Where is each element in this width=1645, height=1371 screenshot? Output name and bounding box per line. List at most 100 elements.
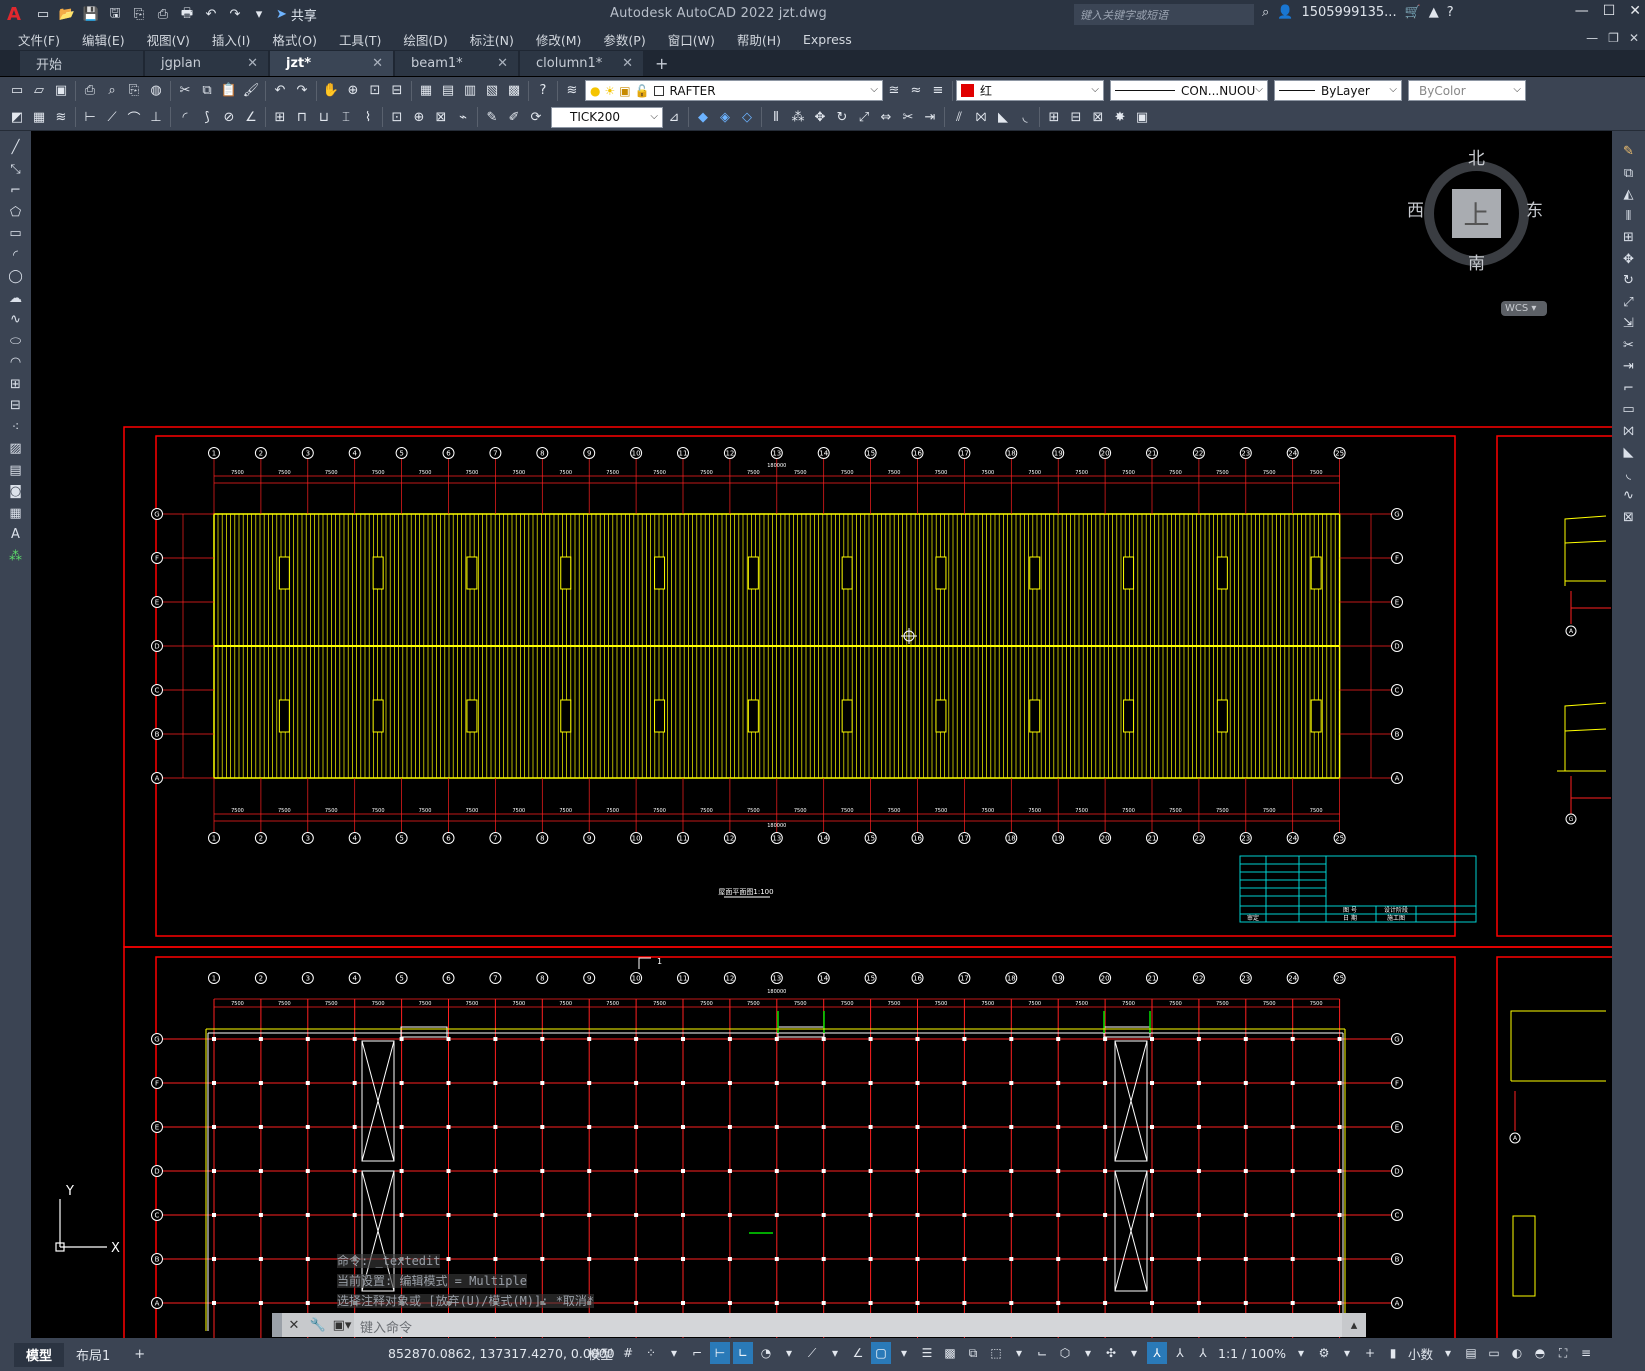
compass-west[interactable]: 西 — [1407, 196, 1424, 221]
isodraft-icon[interactable]: ⟋ — [802, 1342, 822, 1364]
linetype-dropdown[interactable]: CON...NUOU ⌵ — [1110, 80, 1268, 101]
gradient-icon[interactable]: ▤ — [5, 460, 27, 482]
chevron-down-icon[interactable]: ▾ — [1438, 1342, 1458, 1364]
print-icon[interactable]: 🖶 — [176, 4, 198, 26]
aligned-dim-icon[interactable]: ⟋ — [101, 106, 123, 128]
stretch-icon[interactable]: ⇲ — [1618, 313, 1640, 335]
selection-cycling-icon[interactable]: ⧉ — [963, 1342, 983, 1364]
copy-icon[interactable]: ⧉ — [196, 80, 218, 102]
transparency-icon[interactable]: ▩ — [940, 1342, 960, 1364]
menu-tools[interactable]: 工具(T) — [339, 30, 391, 49]
add-layout-icon[interactable]: + — [122, 1343, 157, 1367]
3d-print-icon[interactable]: ◍ — [145, 80, 167, 102]
join-icon[interactable]: ⨝ — [970, 106, 992, 128]
undo-icon[interactable]: ↶ — [200, 4, 222, 26]
break-at-point-icon[interactable]: ⌐ — [1618, 378, 1640, 400]
new-file-icon[interactable]: ▭ — [32, 4, 54, 26]
tab-clolumn1[interactable]: clolumn1* ✕ — [520, 51, 643, 76]
minimize-icon[interactable]: — — [1575, 3, 1589, 19]
autocad-logo-icon[interactable]: A — [0, 0, 28, 29]
close-icon[interactable]: ✕ — [622, 56, 633, 71]
add-selected-icon[interactable]: ⁂ — [5, 546, 27, 568]
close-icon[interactable]: ✕ — [247, 56, 258, 71]
menu-format[interactable]: 格式(O) — [272, 30, 327, 49]
menu-parametric[interactable]: 参数(P) — [603, 30, 655, 49]
workspace-gear-icon[interactable]: ⚙ — [1314, 1342, 1334, 1364]
menu-draw[interactable]: 绘图(D) — [403, 30, 457, 49]
command-line-grip[interactable] — [272, 1313, 282, 1337]
dynamic-ucs-icon[interactable]: ⌙ — [1032, 1342, 1052, 1364]
chevron-down-icon[interactable]: ▾ — [1009, 1342, 1029, 1364]
radius-dim-icon[interactable]: ◜ — [174, 106, 196, 128]
ellipse-icon[interactable]: ⬭ — [5, 331, 27, 353]
polar-tracking-icon[interactable]: ◔ — [756, 1342, 776, 1364]
customization-icon[interactable]: ≡ — [1576, 1342, 1596, 1364]
trim-icon[interactable]: ✂ — [1618, 335, 1640, 357]
doc-minimize-icon[interactable]: — — [1586, 31, 1598, 45]
match-properties-icon[interactable]: 🖌 — [240, 80, 262, 102]
annotation-visibility-icon[interactable]: ⅄ — [1147, 1342, 1168, 1364]
zoom-realtime-icon[interactable]: ⊕ — [342, 80, 364, 102]
blend-curves-icon[interactable]: ∿ — [1618, 485, 1640, 507]
construction-line-icon[interactable]: ⤡ — [5, 159, 27, 181]
clean-screen-icon[interactable]: ⛶ — [1553, 1342, 1573, 1364]
recent-commands-icon[interactable]: ▣▾ — [330, 1313, 354, 1337]
array-icon[interactable]: ⁂ — [787, 106, 809, 128]
make-block-icon[interactable]: ⊟ — [5, 395, 27, 417]
new-icon[interactable]: ▭ — [6, 80, 28, 102]
3d-osnap-icon[interactable]: ⬚ — [986, 1342, 1006, 1364]
table-icon[interactable]: ▦ — [5, 503, 27, 525]
redo-icon[interactable]: ↷ — [291, 80, 313, 102]
break-icon[interactable]: ⫽ — [948, 106, 970, 128]
save-icon[interactable]: 💾 — [80, 4, 102, 26]
zoom-previous-icon[interactable]: ⊟ — [386, 80, 408, 102]
group-icon[interactable]: ▣ — [1131, 106, 1153, 128]
model-space-toggle[interactable]: 模型 — [586, 1344, 615, 1363]
line-icon[interactable]: ╱ — [5, 137, 27, 159]
trim-icon[interactable]: ✂ — [897, 106, 919, 128]
spline-icon[interactable]: ∿ — [5, 309, 27, 331]
rotate-icon[interactable]: ↻ — [1618, 270, 1640, 292]
offset-icon[interactable]: ⫴ — [1618, 206, 1640, 228]
erase-icon[interactable]: ✎ — [1618, 141, 1640, 163]
join-icon[interactable]: ⨝ — [1618, 421, 1640, 443]
dim-space-icon[interactable]: ⌶ — [335, 106, 357, 128]
fillet-icon[interactable]: ◟ — [1014, 106, 1036, 128]
jogged-dim-icon[interactable]: ⟆ — [196, 106, 218, 128]
arc-icon[interactable]: ◜ — [5, 245, 27, 267]
dim-style-manager-icon[interactable]: ⊿ — [663, 106, 685, 128]
tab-beam1[interactable]: beam1* ✕ — [395, 51, 518, 76]
tab-start[interactable]: 开始 — [20, 51, 143, 76]
erase-icon[interactable]: ◆ — [692, 106, 714, 128]
jogged-linear-icon[interactable]: ⌁ — [452, 106, 474, 128]
circle-icon[interactable]: ◯ — [5, 266, 27, 288]
open-file-icon[interactable]: 📂 — [56, 4, 78, 26]
user-icon[interactable]: 👤 — [1277, 5, 1293, 20]
annotation-monitor-icon[interactable]: + — [1360, 1342, 1380, 1364]
undo-icon[interactable]: ↶ — [269, 80, 291, 102]
design-center-icon[interactable]: ▤ — [437, 80, 459, 102]
viewcube-face[interactable]: 上 — [1452, 189, 1501, 238]
table-style-icon[interactable]: ▦ — [28, 106, 50, 128]
tab-jzt[interactable]: jzt* ✕ — [270, 51, 393, 76]
annotation-scale-icon[interactable]: ⅄ — [1193, 1342, 1213, 1364]
zoom-window-icon[interactable]: ⊡ — [364, 80, 386, 102]
mirror-icon[interactable]: ◭ — [1618, 184, 1640, 206]
tab-jgplan[interactable]: jgplan ✕ — [145, 51, 268, 76]
chevron-down-icon[interactable]: ▾ — [779, 1342, 799, 1364]
chevron-down-icon[interactable]: ▾ — [1124, 1342, 1144, 1364]
tab-model[interactable]: 模型 — [14, 1342, 65, 1367]
close-icon[interactable]: ✕ — [1629, 3, 1641, 19]
make-block-icon[interactable]: ⊟ — [1065, 106, 1087, 128]
doc-restore-icon[interactable]: ❐ — [1608, 31, 1619, 45]
color-dropdown[interactable]: 红 ⌵ — [956, 80, 1104, 101]
isolate-objects-icon[interactable]: ◐ — [1507, 1342, 1527, 1364]
object-snap-tracking-icon[interactable]: ∠ — [848, 1342, 868, 1364]
chamfer-icon[interactable]: ◣ — [992, 106, 1014, 128]
dynamic-input-icon[interactable]: ⊢ — [710, 1342, 731, 1364]
center-mark-icon[interactable]: ⊕ — [408, 106, 430, 128]
arc-length-icon[interactable]: ⌒ — [123, 106, 145, 128]
copy-object-icon[interactable]: ◈ — [714, 106, 736, 128]
menu-view[interactable]: 视图(V) — [147, 30, 200, 49]
region-icon[interactable]: ◙ — [5, 481, 27, 503]
